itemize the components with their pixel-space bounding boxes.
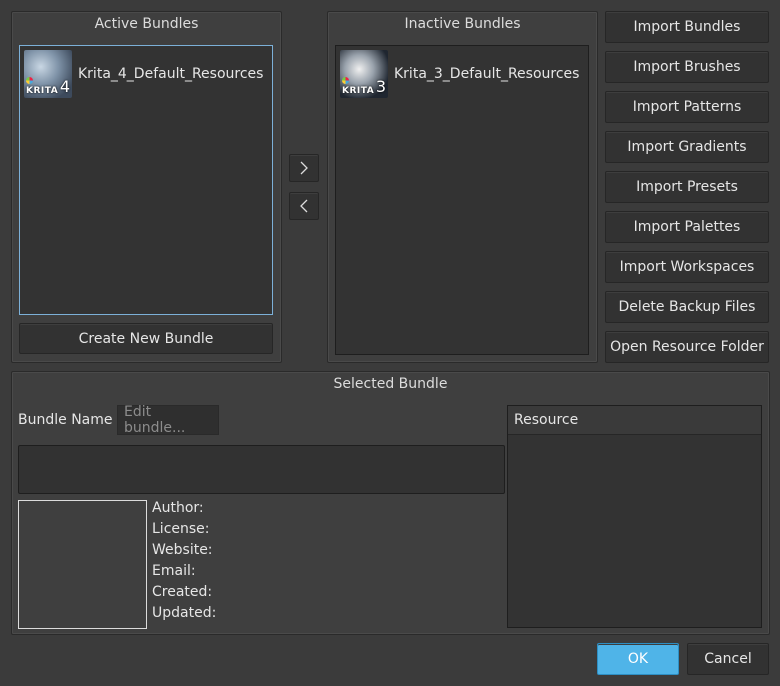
website-label: Website: xyxy=(152,542,213,558)
import-patterns-button[interactable]: Import Patterns xyxy=(605,91,769,123)
create-new-bundle-button[interactable]: Create New Bundle xyxy=(19,323,273,354)
selected-bundle-title: Selected Bundle xyxy=(333,376,448,392)
inactive-bundles-title: Inactive Bundles xyxy=(404,16,521,32)
thumb-number: 4 xyxy=(59,77,70,96)
thumb-number: 3 xyxy=(375,77,386,96)
resource-list[interactable]: Resource xyxy=(507,405,762,628)
chevron-right-icon xyxy=(300,161,308,175)
updated-label: Updated: xyxy=(152,605,217,621)
bundle-name-label: Bundle Name xyxy=(18,412,113,428)
inactive-bundles-group: Inactive Bundles KRITA 3 Krita_3_Default… xyxy=(327,11,598,363)
bundle-metadata: Author: License: Website: Email: Created… xyxy=(152,498,216,624)
bundle-label: Krita_4_Default_Resources xyxy=(78,66,264,82)
delete-backup-files-button[interactable]: Delete Backup Files xyxy=(605,291,769,323)
list-item[interactable]: KRITA 3 Krita_3_Default_Resources xyxy=(340,50,579,98)
active-bundles-list[interactable]: KRITA 4 Krita_4_Default_Resources xyxy=(19,45,273,315)
author-label: Author: xyxy=(152,500,204,516)
active-bundles-group: Active Bundles KRITA 4 Krita_4_Default_R… xyxy=(11,11,282,363)
inactive-bundles-list[interactable]: KRITA 3 Krita_3_Default_Resources xyxy=(335,45,589,355)
import-bundles-button[interactable]: Import Bundles xyxy=(605,11,769,43)
bundle-thumbnail: KRITA 4 xyxy=(24,50,72,98)
chevron-left-icon xyxy=(300,199,308,213)
import-workspaces-button[interactable]: Import Workspaces xyxy=(605,251,769,283)
list-item[interactable]: KRITA 4 Krita_4_Default_Resources xyxy=(24,50,263,98)
active-bundles-title: Active Bundles xyxy=(94,16,199,32)
thumb-brand: KRITA xyxy=(342,86,375,96)
bundle-name-input[interactable]: Edit bundle... xyxy=(117,404,219,436)
thumb-brand: KRITA xyxy=(26,86,59,96)
import-gradients-button[interactable]: Import Gradients xyxy=(605,131,769,163)
bundle-description-field[interactable] xyxy=(18,445,505,494)
import-palettes-button[interactable]: Import Palettes xyxy=(605,211,769,243)
bundle-thumbnail: KRITA 3 xyxy=(340,50,388,98)
move-to-active-button[interactable] xyxy=(289,192,319,220)
open-resource-folder-button[interactable]: Open Resource Folder xyxy=(605,331,769,363)
cancel-button[interactable]: Cancel xyxy=(687,643,769,675)
email-label: Email: xyxy=(152,563,196,579)
move-to-inactive-button[interactable] xyxy=(289,154,319,182)
krita-logo-icon xyxy=(26,77,33,84)
import-presets-button[interactable]: Import Presets xyxy=(605,171,769,203)
krita-logo-icon xyxy=(342,77,349,84)
ok-button[interactable]: OK xyxy=(597,643,679,675)
license-label: License: xyxy=(152,521,210,537)
resource-column-header[interactable]: Resource xyxy=(508,406,761,435)
bundle-label: Krita_3_Default_Resources xyxy=(394,66,580,82)
bundle-preview-image xyxy=(18,500,147,629)
import-brushes-button[interactable]: Import Brushes xyxy=(605,51,769,83)
created-label: Created: xyxy=(152,584,213,600)
